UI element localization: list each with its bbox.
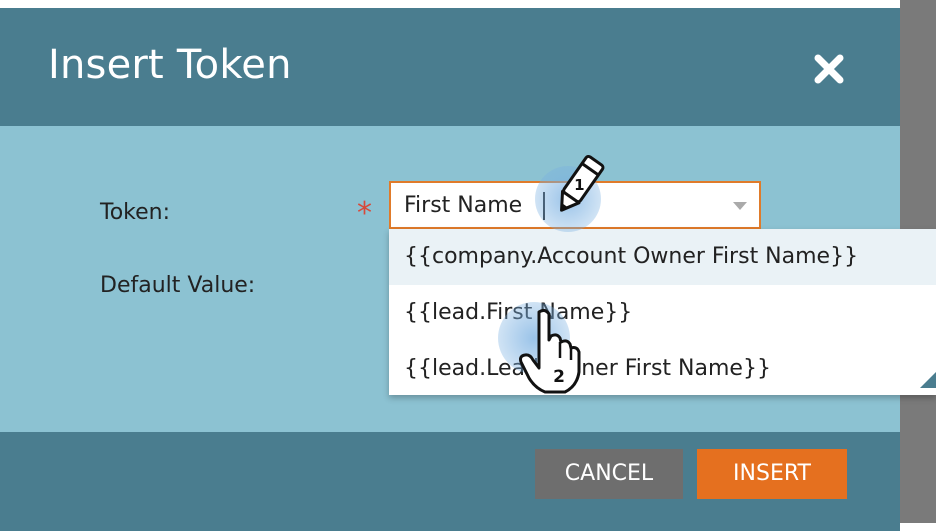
required-asterisk: * — [357, 196, 372, 231]
chevron-down-icon[interactable] — [733, 202, 747, 210]
token-label: Token: — [100, 200, 171, 225]
step-2-label: 2 — [553, 367, 565, 387]
dialog-header: Insert Token — [0, 8, 900, 126]
dropdown-option[interactable]: {{lead.Lead Owner First Name}} — [389, 341, 936, 397]
insert-button[interactable]: INSERT — [697, 449, 847, 499]
dropdown-option[interactable]: {{lead.First Name}} — [389, 285, 936, 341]
dropdown-option[interactable]: {{company.Account Owner First Name}} — [389, 229, 936, 285]
pencil-cursor-icon: 1 — [548, 152, 610, 226]
token-suggestions-dropdown: {{company.Account Owner First Name}} {{l… — [389, 229, 936, 395]
hand-pointer-cursor-icon: 2 — [515, 306, 585, 402]
dialog-title: Insert Token — [48, 42, 292, 88]
close-icon[interactable] — [812, 52, 852, 92]
resize-corner-icon — [920, 372, 936, 388]
default-value-label: Default Value: — [100, 273, 256, 298]
cancel-button[interactable]: CANCEL — [535, 449, 683, 499]
step-1-label: 1 — [574, 176, 584, 194]
